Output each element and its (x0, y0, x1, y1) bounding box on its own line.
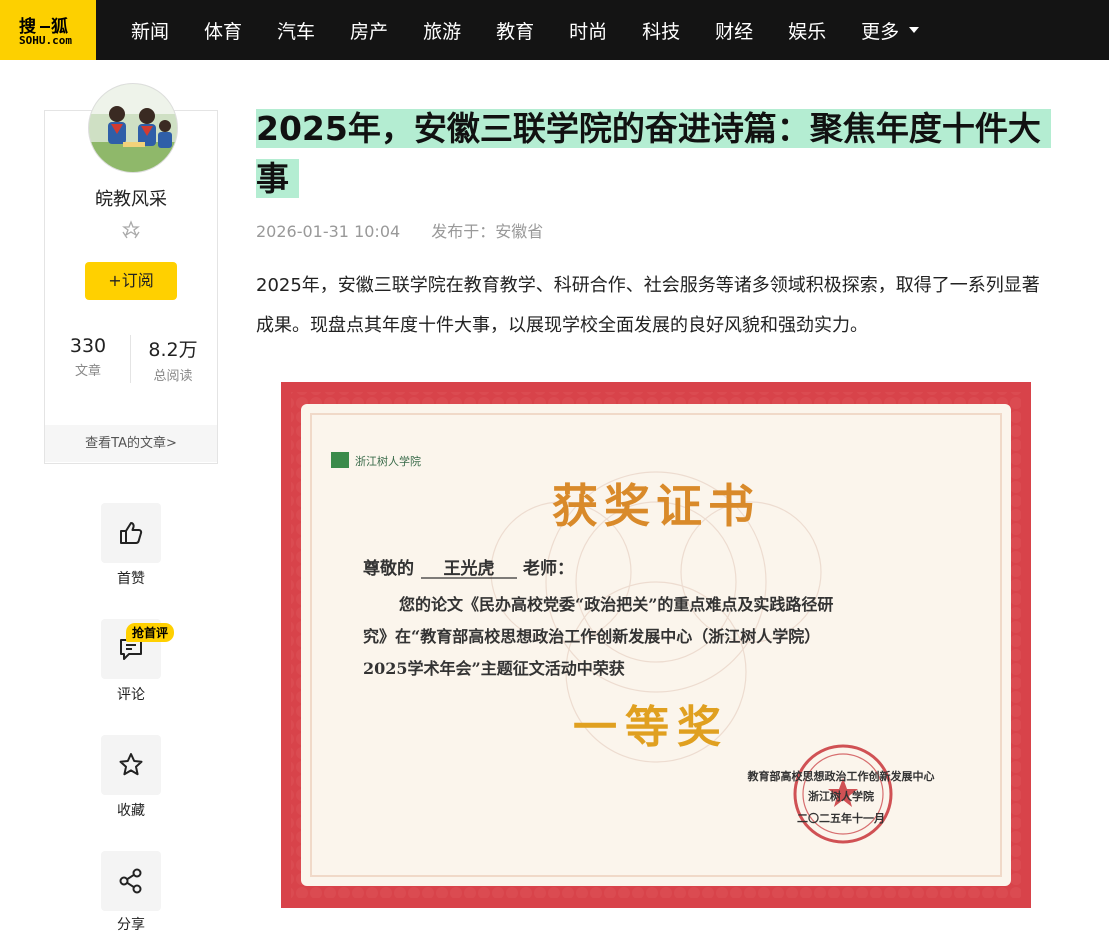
salutation-post: 老师： (522, 558, 574, 579)
nav-item[interactable]: 房产 (350, 17, 388, 44)
share-button[interactable] (101, 851, 161, 911)
article-meta: 2026-01-31 10:04 发布于：安徽省 (256, 218, 543, 242)
certificate-body-line2: 究》在“教育部高校思想政治工作创新发展中心（浙江树人学院） (363, 627, 820, 646)
like-label: 首赞 (117, 571, 145, 587)
favorite-button[interactable] (101, 735, 161, 795)
issuer-line2: 浙江树人学院 (808, 789, 874, 803)
sohu-logo[interactable]: 搜狐 SOHU.com (0, 0, 96, 60)
certificate-graphic: 浙江树人学院 获奖证书 尊敬的 王光虎 老师： 您的论文《民办高校党委“政治把关… (281, 382, 1031, 908)
articles-count: 330 (69, 335, 107, 357)
school-logo-text: 浙江树人学院 (355, 454, 421, 468)
school-logo-icon (331, 452, 349, 468)
reads-label: 总阅读 (153, 369, 193, 384)
logo-domain: SOHU.com (19, 34, 72, 47)
avatar-photo (89, 84, 177, 172)
top-navigation-bar: 搜狐 SOHU.com 新闻 体育 汽车 房产 旅游 教育 时尚 科技 财经 娱乐 更多 (0, 0, 1109, 60)
star-icon (119, 753, 143, 776)
publish-location: 发布于：安徽省 (431, 222, 544, 241)
view-author-articles-link[interactable]: 查看TA的文章> (45, 425, 217, 462)
like-button[interactable] (101, 503, 161, 563)
issuer-date: 二〇二五年十一月 (797, 811, 885, 825)
stat-reads: 8.2万 总阅读 (130, 335, 216, 384)
nav-item[interactable]: 新闻 (131, 17, 169, 44)
chevron-down-icon (909, 27, 920, 33)
certificate-body-line1: 您的论文《民办高校党委“政治把关”的重点难点及实践路径研 (399, 595, 833, 614)
channel-nav: 新闻 体育 汽车 房产 旅游 教育 时尚 科技 财经 娱乐 更多 (115, 0, 938, 60)
share-label: 分享 (117, 917, 145, 933)
article-title-text: 2025年，安徽三联学院的奋进诗篇：聚焦年度十件大事 (256, 109, 1051, 198)
nav-item[interactable]: 旅游 (423, 17, 461, 44)
articles-label: 文章 (74, 364, 101, 379)
favorite-label: 收藏 (117, 803, 145, 819)
author-badge-icon (122, 220, 140, 239)
subscribe-button[interactable]: +订阅 (85, 262, 177, 300)
article-title: 2025年，安徽三联学院的奋进诗篇：聚焦年度十件大事 (256, 104, 1051, 204)
issuer-line1: 教育部高校思想政治工作创新发展中心 (747, 769, 935, 783)
author-avatar[interactable] (88, 83, 178, 173)
nav-more-label: 更多 (861, 20, 900, 43)
comment-label: 评论 (117, 687, 145, 703)
nav-item[interactable]: 时尚 (569, 17, 607, 44)
nav-item[interactable]: 财经 (715, 17, 753, 44)
salutation-pre: 尊敬的 (363, 558, 414, 579)
certificate-body-line3: 2025学术年会”主题征文活动中荣获 (363, 659, 625, 678)
first-comment-tag[interactable]: 抢首评 (126, 623, 175, 642)
thumbs-up-icon (120, 522, 143, 544)
stat-articles: 330 文章 (45, 335, 131, 379)
recipient-name: 王光虎 (444, 558, 495, 579)
publish-date: 2026-01-31 10:04 (256, 222, 401, 241)
share-icon (119, 868, 142, 894)
nav-item[interactable]: 科技 (642, 17, 680, 44)
certificate-image[interactable]: 浙江树人学院 获奖证书 尊敬的 王光虎 老师： 您的论文《民办高校党委“政治把关… (281, 382, 1031, 908)
reads-count: 8.2万 (148, 339, 198, 361)
award-level: 一等奖 (573, 702, 729, 753)
nav-item[interactable]: 体育 (204, 17, 242, 44)
nav-item[interactable]: 娱乐 (788, 17, 826, 44)
article-intro: 2025年，安徽三联学院在教育教学、科研合作、社会服务等诸多领域积极探索，取得了… (256, 275, 1040, 336)
author-name[interactable]: 皖教风采 (44, 185, 218, 211)
nav-item[interactable]: 教育 (496, 17, 534, 44)
nav-more-menu[interactable]: 更多 (861, 17, 920, 44)
nav-item[interactable]: 汽车 (277, 17, 315, 44)
certificate-heading: 获奖证书 (552, 479, 760, 533)
